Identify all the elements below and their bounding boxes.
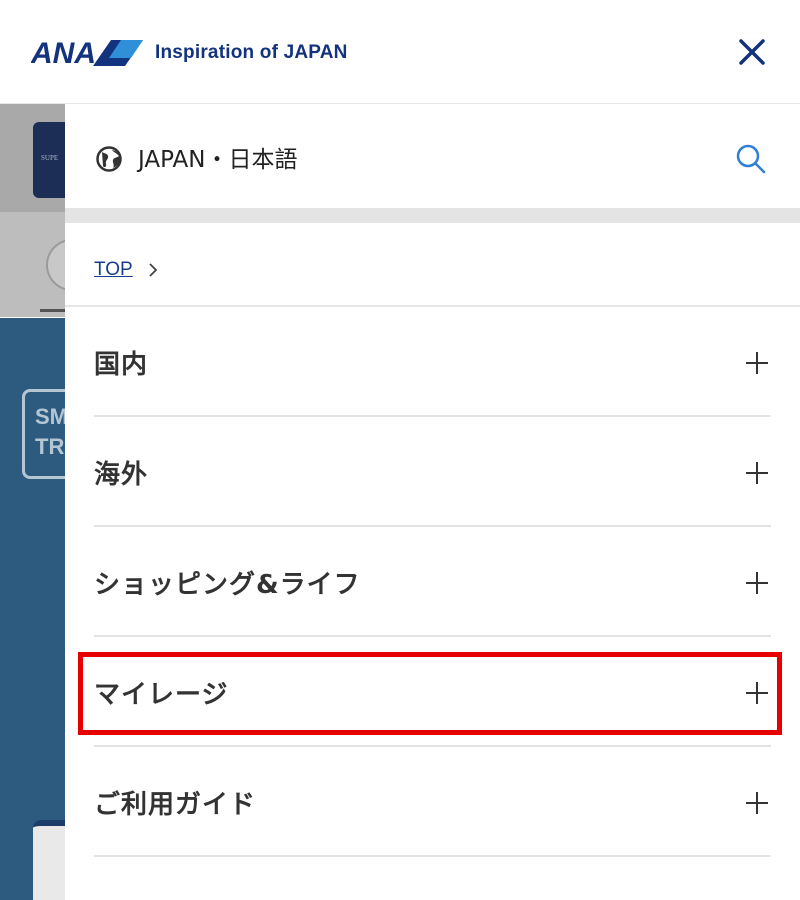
background-page: SUPE SMTRA — [0, 104, 65, 900]
menu-item-label: マイレージ — [94, 680, 229, 710]
menu-item-mileage[interactable]: マイレージ — [94, 637, 771, 747]
menu-item-label: 海外 — [94, 460, 149, 490]
background-lower-card — [33, 820, 65, 900]
background-card-text: SUPE — [41, 154, 59, 162]
site-header: ANA Inspiration of JAPAN — [0, 0, 800, 104]
page: ANA Inspiration of JAPAN SUPE SMTRA — [0, 0, 800, 900]
menu-item-shopping-life[interactable]: ショッピング&ライフ — [94, 527, 771, 637]
menu-item-label: ご利用ガイド — [94, 790, 257, 820]
logo-text: ANA — [31, 37, 96, 68]
close-menu-button[interactable] — [733, 33, 771, 71]
language-label[interactable]: JAPAN・日本語 — [138, 140, 297, 174]
menu-list: 国内 海外 ショッピング&ライフ マイレージ ご利用ガイド — [94, 307, 771, 857]
close-icon — [739, 39, 765, 65]
ana-logo[interactable]: ANA — [31, 36, 143, 68]
background-card: SUPE — [33, 122, 65, 198]
menu-item-international[interactable]: 海外 — [94, 417, 771, 527]
search-icon[interactable] — [734, 142, 768, 176]
plus-icon[interactable] — [746, 792, 768, 814]
breadcrumb-top-link[interactable]: TOP — [94, 259, 133, 281]
background-tab-underline — [40, 309, 65, 312]
navigation-drawer: JAPAN・日本語 TOP 国内 海外 ショッピング&ライフ マイレージ ご利用… — [65, 104, 800, 900]
plus-icon[interactable] — [746, 682, 768, 704]
brand-tagline: Inspiration of JAPAN — [155, 42, 348, 63]
chevron-right-icon — [149, 263, 157, 277]
plus-icon[interactable] — [746, 572, 768, 594]
section-divider — [65, 208, 800, 223]
menu-item-guide[interactable]: ご利用ガイド — [94, 747, 771, 857]
language-selector-row[interactable]: JAPAN・日本語 — [65, 104, 800, 208]
breadcrumb: TOP — [94, 259, 159, 281]
globe-icon — [96, 146, 122, 172]
plus-icon[interactable] — [746, 462, 768, 484]
background-smart-text: SMTRA — [35, 404, 65, 459]
ana-logo-mark: ANA — [31, 37, 143, 68]
background-smart-badge: SMTRA — [22, 389, 65, 479]
plus-icon[interactable] — [746, 352, 768, 374]
menu-item-domestic[interactable]: 国内 — [94, 307, 771, 417]
menu-item-label: ショッピング&ライフ — [94, 570, 361, 600]
menu-item-label: 国内 — [94, 350, 149, 380]
